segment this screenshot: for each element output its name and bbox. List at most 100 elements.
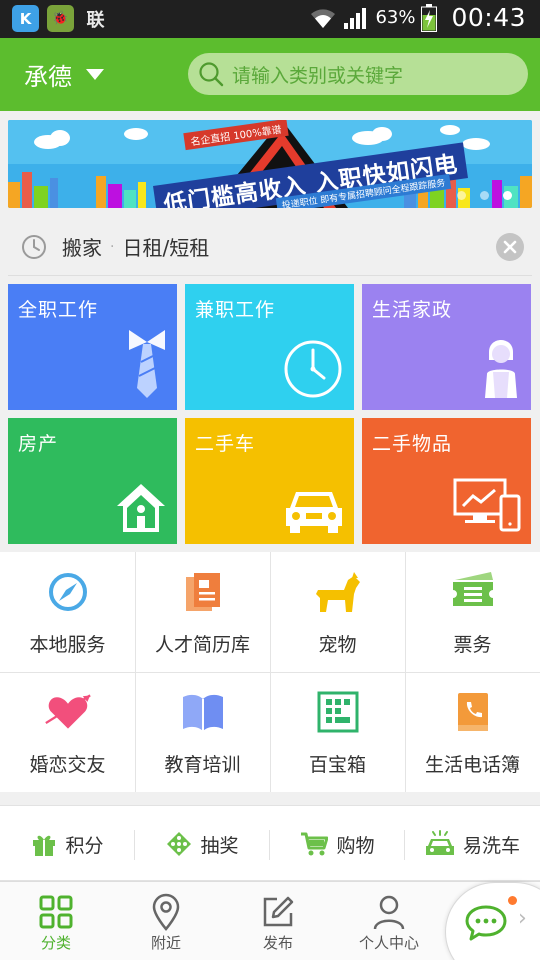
- feature-shopping[interactable]: 购物: [270, 806, 405, 882]
- service-label: 本地服务: [29, 634, 106, 656]
- nav-label: 个人中心: [358, 934, 419, 952]
- service-label: 百宝箱: [308, 754, 366, 776]
- top-header: 承德 请输入类别或关键字: [0, 38, 540, 111]
- tile-housekeeping[interactable]: 生活家政: [362, 284, 531, 410]
- gift-icon: [33, 835, 56, 856]
- carousel-dot-active[interactable]: [503, 191, 512, 200]
- tile-label: 兼职工作: [195, 299, 276, 321]
- dog-icon: [315, 572, 360, 612]
- content-top: 名企直招 100%靠谱 低门槛高收入 入职快如闪电 投递职位 即有专属招聘顾问全…: [0, 111, 540, 551]
- ticket-icon: [452, 572, 493, 606]
- house-icon: [117, 484, 165, 532]
- feature-points[interactable]: 积分: [0, 806, 135, 882]
- dropdown-arrow-icon: [86, 69, 104, 80]
- lian-app-notification-icon: 联: [86, 9, 105, 31]
- cart-icon: [301, 832, 329, 856]
- clear-history-button[interactable]: [496, 233, 524, 261]
- tile-used-cars[interactable]: 二手车: [185, 418, 354, 544]
- bottom-navigation: 分类 附近 发布 个人中心: [0, 881, 540, 960]
- battery-charging-icon: [421, 3, 438, 32]
- close-icon: [503, 240, 517, 254]
- devices-icon: [453, 478, 521, 532]
- nav-label: 附近: [150, 934, 181, 952]
- edit-icon: [263, 896, 294, 927]
- k-app-notification-icon: K: [12, 5, 39, 32]
- feature-label: 购物: [336, 834, 375, 857]
- phonebook-icon: [457, 693, 488, 731]
- system-status: 63% 00:43: [309, 3, 526, 32]
- history-item[interactable]: 搬家: [62, 232, 102, 261]
- location-pin-icon: [152, 893, 180, 931]
- history-separator: ·: [110, 238, 115, 255]
- service-tickets[interactable]: 票务: [405, 552, 540, 672]
- service-label: 宠物: [318, 634, 357, 656]
- app-root: K 🐞 联 63% 00:43 承德 请输入类别或关键字 名企直招 100%靠谱…: [0, 0, 540, 960]
- service-label: 婚恋交友: [29, 754, 106, 776]
- tie-icon: [129, 330, 165, 398]
- tile-label: 生活家政: [372, 299, 453, 321]
- carousel-indicator: [457, 191, 512, 200]
- compass-icon: [48, 573, 87, 611]
- service-phonebook[interactable]: 生活电话簿: [405, 672, 540, 792]
- tile-second-hand-goods[interactable]: 二手物品: [362, 418, 531, 544]
- feature-bar: 积分 抽奖 购物 易洗车: [0, 805, 540, 881]
- person-icon: [373, 895, 405, 930]
- service-grid: 本地服务 人才简历库 宠物 票务 婚恋交友 教育培训 百宝箱 生活电话簿: [0, 552, 540, 792]
- chat-bubble-icon: [465, 905, 507, 941]
- tile-real-estate[interactable]: 房产: [8, 418, 177, 544]
- tile-parttime-job[interactable]: 兼职工作: [185, 284, 354, 410]
- service-label: 票务: [453, 634, 492, 656]
- history-item[interactable]: 日租/短租: [122, 232, 209, 261]
- tile-label: 二手车: [195, 433, 256, 455]
- grid-icon: [39, 895, 73, 929]
- feature-label: 易洗车: [462, 834, 520, 857]
- search-placeholder: 请输入类别或关键字: [232, 64, 404, 87]
- promo-banner[interactable]: 名企直招 100%靠谱 低门槛高收入 入职快如闪电 投递职位 即有专属招聘顾问全…: [8, 120, 532, 208]
- resume-icon: [185, 573, 220, 611]
- search-icon: [199, 62, 224, 87]
- feature-label: 抽奖: [200, 834, 239, 857]
- city-name: 承德: [24, 63, 72, 91]
- bug-app-notification-icon: 🐞: [47, 5, 74, 32]
- search-box[interactable]: 请输入类别或关键字: [188, 53, 528, 95]
- status-bar: K 🐞 联 63% 00:43: [0, 0, 540, 38]
- service-dating[interactable]: 婚恋交友: [0, 672, 135, 792]
- service-label: 生活电话簿: [424, 754, 520, 776]
- service-pets[interactable]: 宠物: [270, 552, 405, 672]
- tile-label: 二手物品: [372, 433, 453, 455]
- history-items: 搬家 · 日租/短租: [62, 232, 209, 261]
- nav-tab-nearby[interactable]: 附近: [111, 882, 221, 960]
- feature-lottery[interactable]: 抽奖: [135, 806, 270, 882]
- signal-icon: [344, 7, 367, 29]
- nav-label: 发布: [262, 934, 293, 952]
- notification-icons: K 🐞 联: [12, 5, 109, 32]
- service-education[interactable]: 教育培训: [135, 672, 270, 792]
- carwash-icon: [425, 830, 454, 855]
- tile-fulltime-job[interactable]: 全职工作: [8, 284, 177, 410]
- tile-label: 全职工作: [18, 299, 99, 321]
- search-history: 搬家 · 日租/短租: [8, 218, 532, 276]
- nav-tab-publish[interactable]: 发布: [223, 882, 333, 960]
- chevron-right-icon: ›: [518, 906, 527, 931]
- service-toolbox[interactable]: 百宝箱: [270, 672, 405, 792]
- service-resume-bank[interactable]: 人才简历库: [135, 552, 270, 672]
- carousel-dot[interactable]: [480, 191, 489, 200]
- book-icon: [182, 694, 223, 731]
- feature-carwash[interactable]: 易洗车: [405, 806, 540, 882]
- clock: 00:43: [451, 3, 526, 32]
- service-local[interactable]: 本地服务: [0, 552, 135, 672]
- carousel-dot[interactable]: [457, 191, 466, 200]
- housekeeper-icon: [485, 340, 517, 398]
- service-label: 人才简历库: [154, 634, 250, 656]
- car-icon: [286, 492, 342, 533]
- battery-percent: 63%: [375, 7, 416, 28]
- service-label: 教育培训: [164, 754, 241, 776]
- toolbox-icon: [317, 691, 358, 733]
- nav-tab-profile[interactable]: 个人中心: [334, 882, 444, 960]
- nav-tab-category[interactable]: 分类: [1, 882, 111, 960]
- city-selector[interactable]: 承德: [24, 57, 104, 92]
- wifi-icon: [311, 8, 336, 28]
- nav-label: 分类: [40, 934, 71, 952]
- history-clock-icon: [22, 234, 46, 259]
- lottery-icon: [167, 832, 192, 856]
